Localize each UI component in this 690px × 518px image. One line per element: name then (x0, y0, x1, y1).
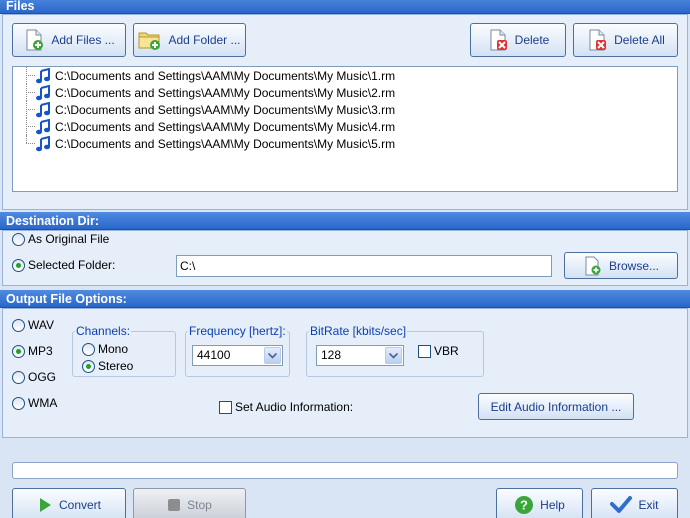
help-label: Help (540, 498, 565, 512)
bitrate-value: 128 (321, 348, 342, 362)
format-radio-wav[interactable]: WAV (12, 318, 54, 332)
bitrate-legend: BitRate [kbits/sec] (309, 324, 408, 338)
format-radio-ogg[interactable]: OGG (12, 370, 56, 384)
browse-button[interactable]: Browse... (564, 252, 678, 279)
frequency-value: 44100 (197, 348, 231, 362)
delete-file-icon (487, 29, 509, 51)
stop-button[interactable]: Stop (133, 488, 246, 518)
add-file-icon (23, 29, 45, 51)
chevron-down-icon[interactable] (385, 347, 402, 364)
add-folder-icon (138, 29, 162, 51)
radio-circle (12, 396, 25, 410)
files-section-title: Files (0, 0, 690, 14)
file-path: C:\Documents and Settings\AAM\My Documen… (55, 85, 396, 100)
frequency-select[interactable]: 44100 (192, 345, 283, 366)
radio-circle (82, 359, 95, 373)
music-note-icon (35, 118, 51, 135)
svg-text:?: ? (520, 498, 528, 513)
file-list-item[interactable]: C:\Documents and Settings\AAM\My Documen… (17, 135, 395, 152)
destination-section-title: Destination Dir: (0, 212, 690, 230)
tree-connector (17, 135, 35, 152)
convert-label: Convert (58, 498, 102, 512)
tree-connector (17, 84, 35, 101)
format-radio-wma[interactable]: WMA (12, 396, 57, 410)
file-path: C:\Documents and Settings\AAM\My Documen… (55, 102, 396, 117)
music-note-icon (35, 135, 51, 152)
bitrate-select[interactable]: 128 (316, 345, 404, 366)
music-note-icon (35, 101, 51, 118)
file-list[interactable]: C:\Documents and Settings\AAM\My Documen… (12, 66, 678, 192)
checkbox-box (219, 400, 232, 414)
radio-circle (12, 258, 25, 272)
stop-label: Stop (187, 498, 212, 512)
browse-label: Browse... (608, 258, 659, 273)
play-icon (37, 497, 53, 513)
music-note-icon (35, 67, 51, 84)
vbr-checkbox[interactable]: VBR (418, 344, 459, 358)
progress-bar (12, 462, 678, 479)
mono-radio[interactable]: Mono (82, 342, 128, 356)
selected-folder-label: Selected Folder: (28, 258, 116, 272)
delete-all-label: Delete All (614, 33, 665, 47)
add-folder-button[interactable]: Add Folder ... (133, 23, 246, 57)
tree-connector (17, 101, 35, 118)
tree-connector (17, 67, 35, 84)
edit-audio-info-label: Edit Audio Information ... (490, 399, 622, 414)
delete-button[interactable]: Delete (470, 23, 566, 57)
checkmark-icon (610, 496, 633, 514)
format-label: WAV (28, 318, 54, 332)
radio-circle (12, 232, 25, 246)
tree-connector (17, 118, 35, 135)
convert-button[interactable]: Convert (12, 488, 126, 518)
file-list-item[interactable]: C:\Documents and Settings\AAM\My Documen… (17, 118, 395, 135)
destination-folder-input[interactable]: C:\ (176, 255, 552, 277)
stereo-radio[interactable]: Stereo (82, 359, 133, 373)
format-radio-mp3[interactable]: MP3 (12, 344, 53, 358)
output-section-title: Output File Options: (0, 290, 690, 308)
radio-circle (12, 318, 25, 332)
channels-legend: Channels: (75, 324, 132, 338)
help-button[interactable]: ? Help (496, 488, 583, 518)
music-note-icon (35, 84, 51, 101)
delete-all-button[interactable]: Delete All (573, 23, 678, 57)
format-label: MP3 (28, 344, 53, 358)
radio-circle (12, 370, 25, 384)
radio-circle (82, 342, 95, 356)
browse-folder-icon (583, 256, 603, 276)
help-icon: ? (514, 495, 534, 515)
selected-folder-radio[interactable]: Selected Folder: (12, 258, 115, 272)
stop-icon (167, 498, 181, 512)
radio-circle (12, 344, 25, 358)
checkbox-box (418, 344, 431, 358)
add-files-button[interactable]: Add Files ... (12, 23, 126, 57)
frequency-legend: Frequency [hertz]: (188, 324, 287, 338)
add-folder-label: Add Folder ... (168, 33, 241, 47)
file-path: C:\Documents and Settings\AAM\My Documen… (55, 68, 396, 83)
vbr-label: VBR (434, 344, 459, 358)
format-label: WMA (28, 396, 58, 410)
file-list-item[interactable]: C:\Documents and Settings\AAM\My Documen… (17, 101, 395, 118)
file-path: C:\Documents and Settings\AAM\My Documen… (55, 136, 396, 151)
file-list-item[interactable]: C:\Documents and Settings\AAM\My Documen… (17, 84, 395, 101)
as-original-label: As Original File (28, 232, 110, 246)
delete-all-icon (586, 29, 608, 51)
chevron-down-icon[interactable] (264, 347, 281, 364)
file-path: C:\Documents and Settings\AAM\My Documen… (55, 119, 396, 134)
mono-label: Mono (98, 342, 129, 356)
as-original-radio[interactable]: As Original File (12, 232, 109, 246)
stereo-label: Stereo (98, 359, 134, 373)
exit-button[interactable]: Exit (591, 488, 678, 518)
format-label: OGG (28, 370, 57, 384)
edit-audio-info-button[interactable]: Edit Audio Information ... (478, 393, 634, 420)
delete-label: Delete (514, 33, 550, 47)
file-list-item[interactable]: C:\Documents and Settings\AAM\My Documen… (17, 67, 395, 84)
exit-label: Exit (638, 498, 659, 512)
set-audio-info-checkbox[interactable]: Set Audio Information: (219, 400, 353, 414)
add-files-label: Add Files ... (51, 33, 115, 47)
set-audio-info-label: Set Audio Information: (235, 400, 354, 414)
